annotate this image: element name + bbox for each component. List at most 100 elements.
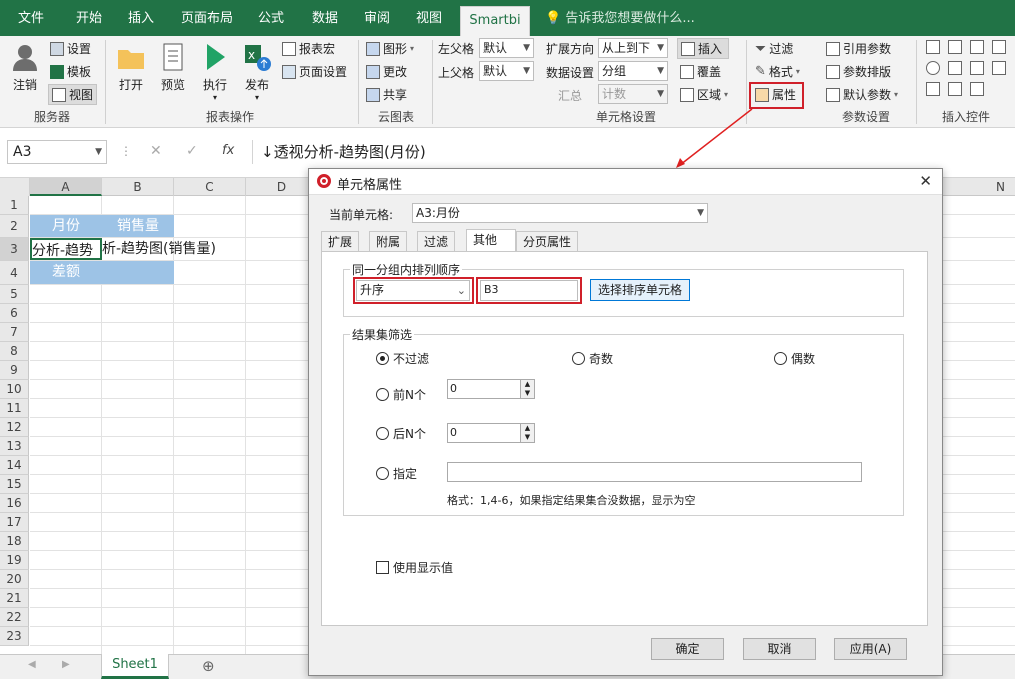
label-control-icon[interactable] (992, 61, 1006, 75)
row-header[interactable]: 7 (0, 323, 29, 342)
page-setup-button[interactable]: 页面设置 (282, 63, 347, 80)
text-control-icon[interactable] (970, 82, 984, 96)
format-button[interactable]: ✎ 格式 ▾ (755, 63, 800, 80)
row-header[interactable]: 5 (0, 285, 29, 304)
name-box[interactable]: A3 ▼ (7, 140, 107, 164)
row-header[interactable]: 9 (0, 361, 29, 380)
bottom-n-spinner[interactable]: 0 ▲ ▼ (447, 423, 535, 443)
share-button[interactable]: 共享 (366, 86, 407, 103)
scroll-right-icon[interactable]: ▶ (62, 659, 70, 670)
list-control-icon[interactable] (948, 40, 962, 54)
tab-filter[interactable]: 过滤 (417, 231, 456, 251)
cell-a4[interactable]: 差额 (30, 261, 102, 284)
row-header[interactable]: 2 (0, 215, 29, 238)
tell-me-box[interactable]: 💡 告诉我您想要做什么... (545, 0, 695, 36)
tab-other[interactable]: 其他 (466, 229, 516, 252)
radio-even[interactable]: 偶数 (774, 350, 815, 367)
table-control-icon[interactable] (970, 40, 984, 54)
row-header[interactable]: 21 (0, 589, 29, 608)
tab-review[interactable]: 审阅 (356, 0, 398, 36)
tab-paging[interactable]: 分页属性 (516, 231, 579, 251)
row-header[interactable]: 4 (0, 261, 29, 285)
preview-button[interactable]: 预览 (156, 42, 190, 93)
row-header[interactable]: 14 (0, 456, 29, 475)
add-sheet-icon[interactable]: ⊕ (202, 657, 215, 675)
tab-page-layout[interactable]: 页面布局 (176, 0, 238, 36)
graph-button[interactable]: 图形 ▾ (366, 40, 414, 57)
calendar-control-icon[interactable] (992, 40, 1006, 54)
row-header[interactable]: 6 (0, 304, 29, 323)
row-header[interactable]: 13 (0, 437, 29, 456)
radio-control-icon[interactable] (926, 61, 940, 75)
combo-control-icon[interactable] (970, 61, 984, 75)
close-icon[interactable]: ✕ (919, 172, 932, 190)
expand-direction-select[interactable]: 从上到下 ▼ (598, 38, 668, 58)
textbox-control-icon[interactable] (926, 40, 940, 54)
open-button[interactable]: 打开 (114, 42, 148, 93)
execute-button[interactable]: 执行 ▾ (198, 42, 232, 102)
radio-specify[interactable]: 指定 (376, 465, 417, 482)
apply-button[interactable]: 应用(A) (834, 638, 907, 660)
row-header[interactable]: 11 (0, 399, 29, 418)
radio-top-n[interactable]: 前N个 (376, 386, 426, 403)
row-header[interactable]: 17 (0, 513, 29, 532)
view-button[interactable]: 视图 (48, 84, 98, 105)
filter-button[interactable]: ⏷ 过滤 (755, 40, 793, 57)
row-header[interactable]: 8 (0, 342, 29, 361)
checkbox-control-icon[interactable] (926, 82, 940, 96)
ok-button[interactable]: 确定 (651, 638, 724, 660)
row-header[interactable]: 3 (0, 238, 29, 261)
cancel-button[interactable]: 取消 (743, 638, 816, 660)
cell-b2[interactable]: 销售量 (102, 215, 174, 237)
settings-button[interactable]: 设置 (50, 40, 91, 57)
top-parent-select[interactable]: 默认 ▼ (479, 61, 534, 81)
publish-button[interactable]: x 发布 ▾ (240, 42, 274, 102)
column-b[interactable]: B (102, 178, 174, 196)
tab-expand[interactable]: 扩展 (321, 231, 360, 251)
logout-button[interactable]: 注销 (8, 42, 42, 93)
row-header[interactable]: 15 (0, 475, 29, 494)
row-header[interactable]: 10 (0, 380, 29, 399)
radio-bottom-n[interactable]: 后N个 (376, 425, 426, 442)
row-header[interactable]: 18 (0, 532, 29, 551)
cover-mode-button[interactable]: 覆盖 (680, 63, 721, 80)
spinner-arrows-icon[interactable]: ▲ ▼ (520, 380, 534, 398)
choose-sort-cell-button[interactable]: 选择排序单元格 (590, 279, 690, 301)
current-cell-select[interactable]: A3:月份 ▼ (412, 203, 708, 223)
tab-formulas[interactable]: 公式 (250, 0, 292, 36)
change-button[interactable]: 更改 (366, 63, 407, 80)
cell-a3[interactable]: 分析-趋势 (30, 238, 102, 260)
top-n-spinner[interactable]: 0 ▲ ▼ (447, 379, 535, 399)
tab-attached[interactable]: 附属 (369, 231, 408, 251)
use-display-value-checkbox[interactable]: 使用显示值 (376, 559, 453, 576)
sheet-tab-sheet1[interactable]: Sheet1 (101, 654, 169, 679)
row-header[interactable]: 1 (0, 196, 29, 215)
area-button[interactable]: 区域 ▾ (680, 86, 728, 103)
cell-b3[interactable]: 析-趋势图(销售量) (102, 238, 308, 260)
insert-mode-button[interactable]: 插入 (677, 38, 729, 59)
row-header[interactable]: 19 (0, 551, 29, 570)
formula-input[interactable]: ↓透视分析-趋势图(月份) (252, 140, 1012, 164)
cancel-icon[interactable]: ✕ (150, 143, 162, 159)
cell-a2[interactable]: 月份 (30, 215, 102, 237)
tab-file[interactable]: 文件 (10, 0, 52, 36)
scroll-left-icon[interactable]: ◀ (28, 659, 36, 670)
summary-select[interactable]: 计数 ▼ (598, 84, 668, 104)
param-layout-button[interactable]: 参数排版 (826, 63, 891, 80)
radio-odd[interactable]: 奇数 (572, 350, 613, 367)
cell-b4[interactable] (102, 261, 174, 284)
left-parent-select[interactable]: 默认 ▼ (479, 38, 534, 58)
template-button[interactable]: 模板 (50, 63, 91, 80)
ref-param-button[interactable]: 引用参数 (826, 40, 891, 57)
column-n[interactable]: N (965, 178, 1015, 196)
confirm-icon[interactable]: ✓ (186, 143, 198, 159)
column-a[interactable]: A (30, 178, 102, 196)
radio-no-filter[interactable]: 不过滤 (376, 350, 429, 367)
row-header[interactable]: 12 (0, 418, 29, 437)
tab-data[interactable]: 数据 (304, 0, 346, 36)
spinner-arrows-icon[interactable]: ▲ ▼ (520, 424, 534, 442)
tab-home[interactable]: 开始 (68, 0, 110, 36)
fx-icon[interactable]: fx (222, 143, 234, 158)
row-header[interactable]: 20 (0, 570, 29, 589)
select-all[interactable] (0, 178, 30, 196)
